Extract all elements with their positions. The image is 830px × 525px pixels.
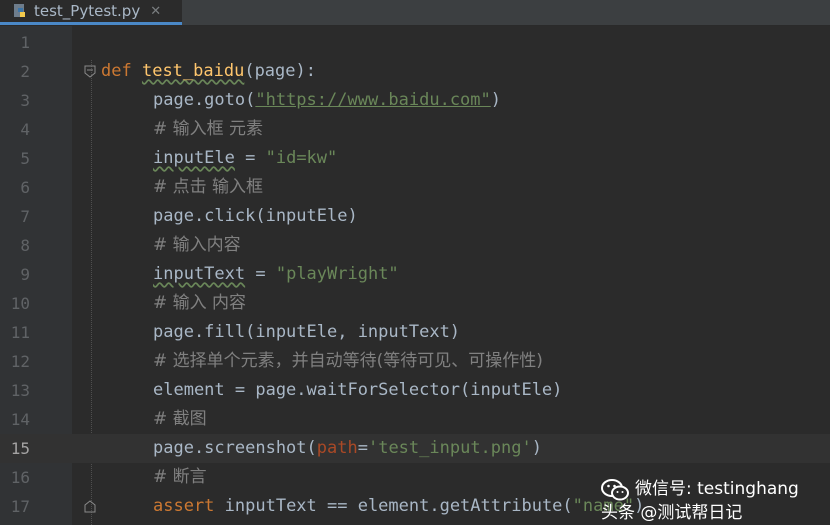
- code-line: 7 page.click(inputEle): [0, 202, 830, 231]
- watermark: 微信号: testinghang 头条 @测试帮日记: [601, 472, 816, 523]
- line-number: 17: [10, 497, 30, 516]
- code-line: 12 # 选择单个元素，并自动等待(等待可见、可操作性): [0, 347, 830, 376]
- python-file-icon: [14, 4, 25, 17]
- code-text: element = page.waitForSelector(inputEle): [153, 380, 563, 400]
- code-text: page.screenshot(path='test_input.png'): [153, 434, 542, 463]
- code-line: 9 inputText = "playWright": [0, 260, 830, 289]
- line-number: 1: [20, 33, 30, 52]
- editor-tab-bar: test_Pytest.py ✕: [0, 0, 830, 26]
- code-line: 10 # 输入 内容: [0, 289, 830, 318]
- keyword-argument: path: [316, 438, 358, 458]
- line-number: 7: [20, 207, 30, 226]
- code-line: 13 element = page.waitForSelector(inputE…: [0, 376, 830, 405]
- call: page.goto(: [153, 90, 256, 110]
- code-line: 5 inputEle = "id=kw": [0, 144, 830, 173]
- line-number: 3: [20, 91, 30, 110]
- code-line: 3 page.goto("https://www.baidu.com"): [0, 86, 830, 115]
- comment: # 选择单个元素，并自动等待(等待可见、可操作性): [153, 351, 543, 371]
- keyword: assert: [153, 496, 215, 516]
- code-text: page.click(inputEle): [153, 206, 358, 226]
- comment: # 点击 输入框: [153, 177, 264, 197]
- code-line: 4 # 输入框 元素: [0, 115, 830, 144]
- line-number: 11: [10, 323, 30, 342]
- function-name: test_baidu: [141, 61, 245, 81]
- code-text: assert inputText == element.getAttribute…: [153, 492, 644, 521]
- code-text: page.fill(inputEle, inputText): [153, 322, 461, 342]
- string: 'test_input.png': [367, 438, 532, 458]
- line-number: 6: [20, 178, 30, 197]
- code-text: page.goto("https://www.baidu.com"): [153, 86, 501, 115]
- expression: inputText == element.getAttribute(: [214, 496, 573, 516]
- string: "id=kw": [265, 148, 338, 168]
- line-number: 5: [20, 149, 30, 168]
- line-number: 4: [20, 120, 30, 139]
- variable: inputEle: [153, 148, 235, 168]
- fold-icon[interactable]: [84, 65, 96, 78]
- line-number: 16: [10, 468, 30, 487]
- paren: ): [490, 90, 502, 110]
- code-line: 14 # 截图: [0, 405, 830, 434]
- keyword: def: [101, 61, 132, 81]
- string: "playWright": [275, 264, 399, 284]
- line-number: 10: [10, 294, 30, 313]
- params: (page):: [244, 61, 316, 81]
- variable: inputText: [153, 264, 246, 284]
- line-number: 13: [10, 381, 30, 400]
- close-icon[interactable]: ✕: [150, 4, 161, 19]
- operator: =: [357, 438, 368, 458]
- code-text: def test_baidu(page):: [101, 57, 316, 86]
- line-number: 2: [20, 62, 30, 81]
- current-code-line: 15 page.screenshot(path='test_input.png'…: [0, 434, 830, 463]
- line-number: 12: [10, 352, 30, 371]
- code-line: 11 page.fill(inputEle, inputText): [0, 318, 830, 347]
- code-line: 8 # 输入内容: [0, 231, 830, 260]
- call: page.screenshot(: [153, 438, 317, 458]
- line-number: 14: [10, 410, 30, 429]
- operator: =: [245, 264, 276, 284]
- line-number: 15: [10, 439, 30, 458]
- comment: # 输入框 元素: [153, 119, 264, 139]
- line-number: 9: [20, 265, 30, 284]
- tab-filename: test_Pytest.py: [34, 2, 141, 20]
- code-text: inputText = "playWright": [153, 260, 399, 289]
- code-line: 1: [0, 28, 830, 57]
- comment: # 截图: [153, 409, 207, 429]
- url-string[interactable]: "https://www.baidu.com": [255, 90, 490, 110]
- line-number: 8: [20, 236, 30, 255]
- code-text: inputEle = "id=kw": [153, 144, 337, 173]
- watermark-toutiao: 头条 @测试帮日记: [601, 503, 743, 523]
- comment: # 断言: [153, 467, 207, 487]
- code-line: 2 def test_baidu(page):: [0, 57, 830, 86]
- watermark-wechat-id: 微信号: testinghang: [635, 479, 799, 499]
- fold-end-icon[interactable]: [84, 500, 96, 513]
- code-line: 6 # 点击 输入框: [0, 173, 830, 202]
- paren: ): [531, 438, 542, 458]
- operator: =: [234, 148, 266, 168]
- comment: # 输入内容: [153, 235, 241, 255]
- file-tab[interactable]: test_Pytest.py ✕: [0, 0, 182, 25]
- comment: # 输入 内容: [153, 293, 247, 313]
